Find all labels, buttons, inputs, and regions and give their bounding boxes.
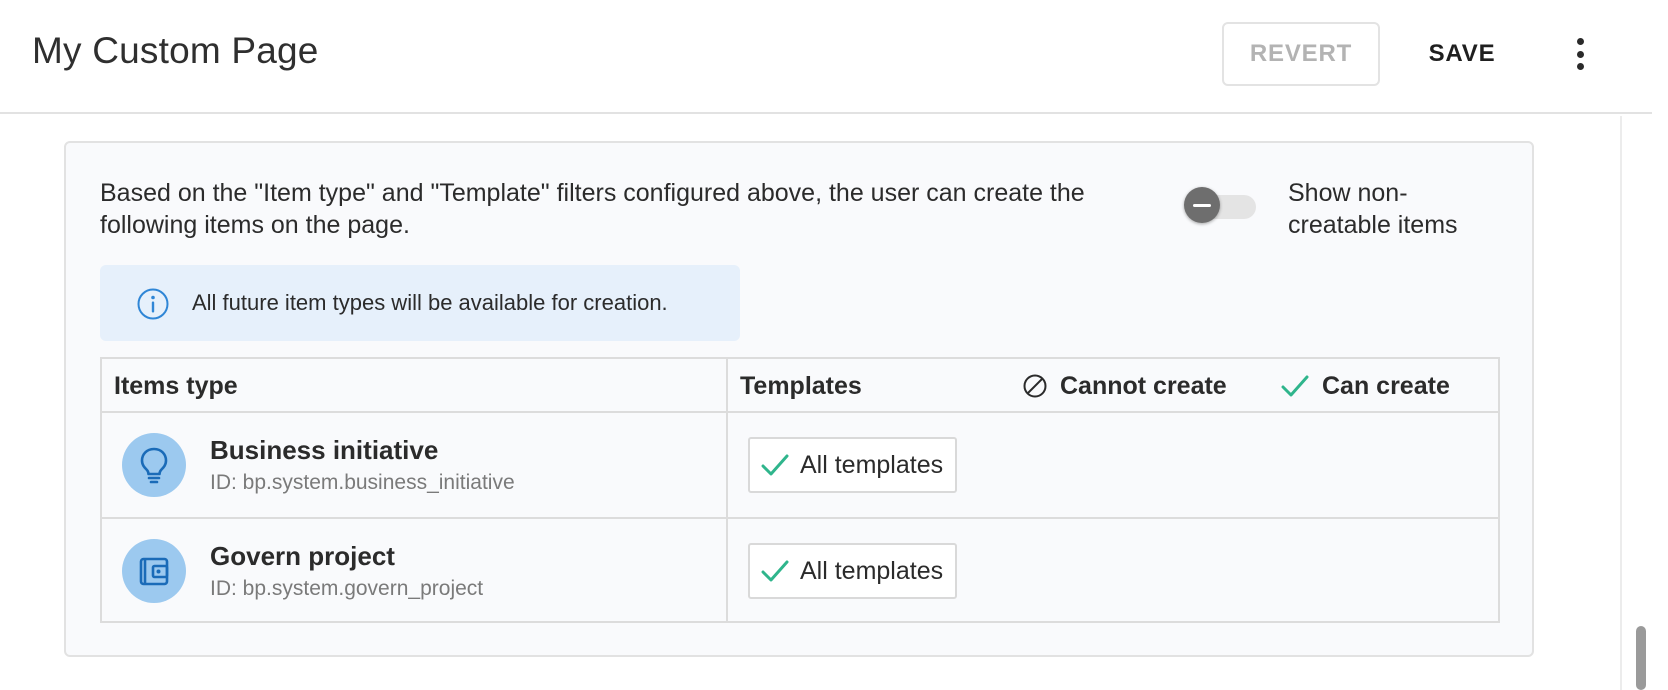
item-type-id: ID: bp.system.govern_project (210, 577, 484, 600)
checkmark-icon (761, 454, 789, 476)
template-chip-label: All templates (800, 450, 944, 479)
legend-can-create-label: Can create (1322, 371, 1450, 400)
more-vertical-icon[interactable] (1564, 32, 1596, 76)
info-text: All future item types will be available … (192, 290, 668, 315)
show-non-creatable-label: Show non-creatable items (1288, 179, 1458, 239)
toggle-knob (1184, 187, 1220, 223)
legend-can-create: Can create (1280, 359, 1450, 413)
creatable-items-panel: Based on the "Item type" and "Template" … (64, 141, 1534, 657)
page-title: My Custom Page (32, 30, 319, 71)
info-icon (137, 288, 169, 320)
prohibited-icon (1023, 374, 1047, 398)
creatable-items-table: Items type Templates Cannot create Can c… (100, 357, 1500, 623)
legend-cannot-create: Cannot create (1022, 359, 1227, 413)
item-type-name: Govern project (210, 541, 395, 571)
column-header-templates: Templates (740, 372, 862, 400)
creatable-items-description: Based on the "Item type" and "Template" … (100, 179, 1085, 239)
scrollbar-thumb[interactable] (1636, 626, 1646, 690)
checkmark-icon (761, 560, 789, 582)
table-row[interactable]: Govern project ID: bp.system.govern_proj… (102, 519, 1498, 625)
table-row[interactable]: Business initiative ID: bp.system.busine… (102, 413, 1498, 519)
template-chip: All templates (748, 543, 958, 599)
legend-cannot-create-label: Cannot create (1060, 371, 1227, 400)
show-non-creatable-toggle[interactable] (1184, 187, 1256, 223)
page-header: My Custom Page REVERT SAVE (0, 0, 1652, 114)
info-banner: All future item types will be available … (100, 265, 740, 341)
item-type-id: ID: bp.system.business_initiative (210, 471, 515, 494)
checkmark-icon (1281, 375, 1309, 397)
lightbulb-icon (122, 433, 186, 497)
revert-button[interactable]: REVERT (1222, 22, 1380, 86)
save-button[interactable]: SAVE (1408, 22, 1516, 86)
table-header-row: Items type Templates Cannot create Can c… (102, 359, 1498, 413)
item-type-name: Business initiative (210, 435, 439, 465)
template-chip-label: All templates (800, 556, 944, 585)
column-header-items-type: Items type (114, 372, 238, 400)
scrollbar-track (1620, 116, 1622, 690)
template-chip: All templates (748, 437, 958, 493)
wallet-icon (122, 539, 186, 603)
